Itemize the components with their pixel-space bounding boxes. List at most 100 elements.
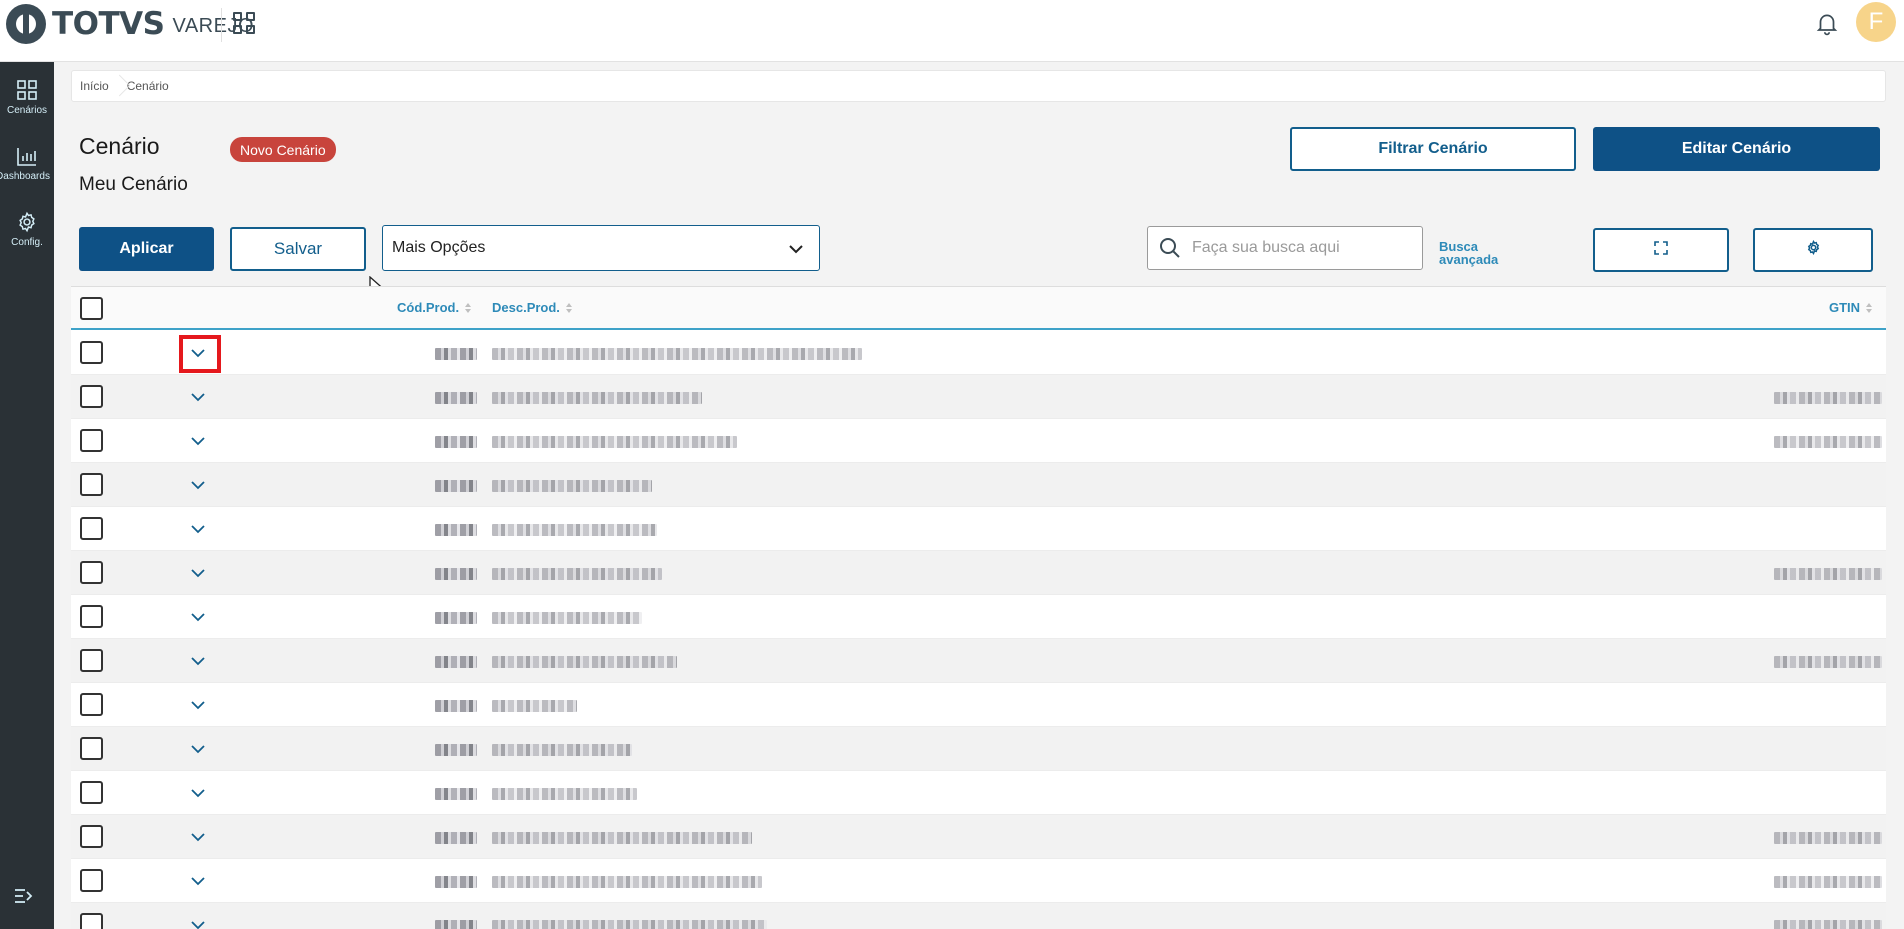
table-settings-button[interactable] <box>1753 228 1873 272</box>
table-row <box>71 331 1886 375</box>
cell-gtin <box>1774 567 1882 581</box>
expand-row-chevron-icon[interactable] <box>188 739 208 759</box>
edit-scenario-button[interactable]: Editar Cenário <box>1593 127 1880 171</box>
save-button[interactable]: Salvar <box>230 227 366 271</box>
expand-row-chevron-icon[interactable] <box>188 607 208 627</box>
notifications-bell-icon[interactable] <box>1814 10 1840 36</box>
expand-row-chevron-icon[interactable] <box>188 915 208 929</box>
cell-cod-prod <box>435 347 477 361</box>
cell-desc-prod <box>492 567 662 581</box>
table-row <box>71 595 1886 639</box>
filter-scenario-button[interactable]: Filtrar Cenário <box>1290 127 1576 171</box>
table-row <box>71 727 1886 771</box>
cell-desc-prod <box>492 655 677 669</box>
more-options-select[interactable]: Mais Opções <box>382 225 820 271</box>
gear-icon <box>15 210 39 234</box>
bar-chart-icon <box>15 144 39 168</box>
cell-cod-prod <box>435 523 477 537</box>
table-row <box>71 903 1886 929</box>
cell-desc-prod <box>492 435 737 449</box>
table-row <box>71 815 1886 859</box>
column-header-cod-prod[interactable]: Cód.Prod. <box>397 300 472 315</box>
cell-desc-prod <box>492 831 752 845</box>
collapse-menu-icon[interactable] <box>13 886 41 910</box>
row-checkbox[interactable] <box>80 473 103 496</box>
row-checkbox[interactable] <box>80 385 103 408</box>
cell-gtin <box>1774 391 1882 405</box>
cell-desc-prod <box>492 391 702 405</box>
select-all-checkbox[interactable] <box>80 297 103 320</box>
cell-desc-prod <box>492 479 652 493</box>
row-checkbox[interactable] <box>80 913 103 929</box>
advanced-search-line2: avançada <box>1439 252 1499 267</box>
breadcrumb-cenario: Cenário <box>126 79 169 93</box>
products-table: Cód.Prod. Desc.Prod. GTIN <box>71 286 1886 929</box>
cell-cod-prod <box>435 611 477 625</box>
table-row <box>71 639 1886 683</box>
page-subtitle: Meu Cenário <box>79 174 188 195</box>
cell-desc-prod <box>492 523 657 537</box>
column-header-gtin[interactable]: GTIN <box>1829 300 1873 315</box>
table-row <box>71 551 1886 595</box>
expand-row-chevron-icon[interactable] <box>188 695 208 715</box>
expand-row-chevron-icon[interactable] <box>188 387 208 407</box>
cell-gtin <box>1774 655 1882 669</box>
row-checkbox[interactable] <box>80 737 103 760</box>
top-bar: TOTVS VAREJO F <box>0 0 1904 62</box>
expand-row-chevron-icon[interactable] <box>188 783 208 803</box>
row-checkbox[interactable] <box>80 561 103 584</box>
row-checkbox[interactable] <box>80 693 103 716</box>
cell-desc-prod <box>492 347 862 361</box>
table-row <box>71 683 1886 727</box>
logo-divider <box>221 8 222 42</box>
row-checkbox[interactable] <box>80 649 103 672</box>
row-checkbox[interactable] <box>80 341 103 364</box>
user-avatar[interactable]: F <box>1856 2 1896 42</box>
cell-desc-prod <box>492 875 762 889</box>
fullscreen-button[interactable] <box>1593 228 1729 272</box>
cell-gtin <box>1774 919 1882 929</box>
sidebar: Cenários Dashboards Config. <box>0 62 54 929</box>
gear-icon <box>1806 239 1821 260</box>
column-header-label: Desc.Prod. <box>492 300 560 315</box>
fullscreen-icon <box>1654 240 1668 260</box>
search-icon <box>1158 236 1182 260</box>
column-header-desc-prod[interactable]: Desc.Prod. <box>492 300 573 315</box>
row-checkbox[interactable] <box>80 429 103 452</box>
cell-cod-prod <box>435 875 477 889</box>
row-checkbox[interactable] <box>80 781 103 804</box>
search-input[interactable] <box>1192 239 1412 257</box>
row-checkbox[interactable] <box>80 869 103 892</box>
expand-row-chevron-icon[interactable] <box>188 871 208 891</box>
apps-grid-icon[interactable] <box>233 12 255 34</box>
expand-row-chevron-icon[interactable] <box>188 475 208 495</box>
expand-row-chevron-icon[interactable] <box>188 431 208 451</box>
breadcrumb-inicio[interactable]: Início <box>80 79 109 93</box>
totvs-logo[interactable]: TOTVS VAREJO <box>6 4 254 44</box>
sidebar-item-cenarios[interactable]: Cenários <box>0 70 54 130</box>
cell-cod-prod <box>435 479 477 493</box>
row-checkbox[interactable] <box>80 517 103 540</box>
expand-row-chevron-icon[interactable] <box>188 563 208 583</box>
cell-cod-prod <box>435 435 477 449</box>
breadcrumb: Início Cenário <box>71 70 1886 102</box>
grid-icon <box>15 78 39 102</box>
cell-cod-prod <box>435 699 477 713</box>
expand-row-chevron-icon[interactable] <box>188 519 208 539</box>
row-checkbox[interactable] <box>80 825 103 848</box>
table-row <box>71 859 1886 903</box>
page-title: Cenário <box>79 133 160 159</box>
row-checkbox[interactable] <box>80 605 103 628</box>
table-row <box>71 419 1886 463</box>
expand-row-chevron-icon[interactable] <box>188 651 208 671</box>
sidebar-item-label: Cenários <box>6 105 48 116</box>
sidebar-item-dashboards[interactable]: Dashboards <box>0 136 54 196</box>
cell-cod-prod <box>435 787 477 801</box>
cell-cod-prod <box>435 567 477 581</box>
apply-button[interactable]: Aplicar <box>79 227 214 271</box>
advanced-search-link[interactable]: Busca avançada <box>1439 240 1519 266</box>
expand-row-chevron-icon[interactable] <box>188 827 208 847</box>
cell-gtin <box>1774 875 1882 889</box>
sidebar-item-config[interactable]: Config. <box>0 202 54 262</box>
sort-icon <box>1865 302 1873 314</box>
